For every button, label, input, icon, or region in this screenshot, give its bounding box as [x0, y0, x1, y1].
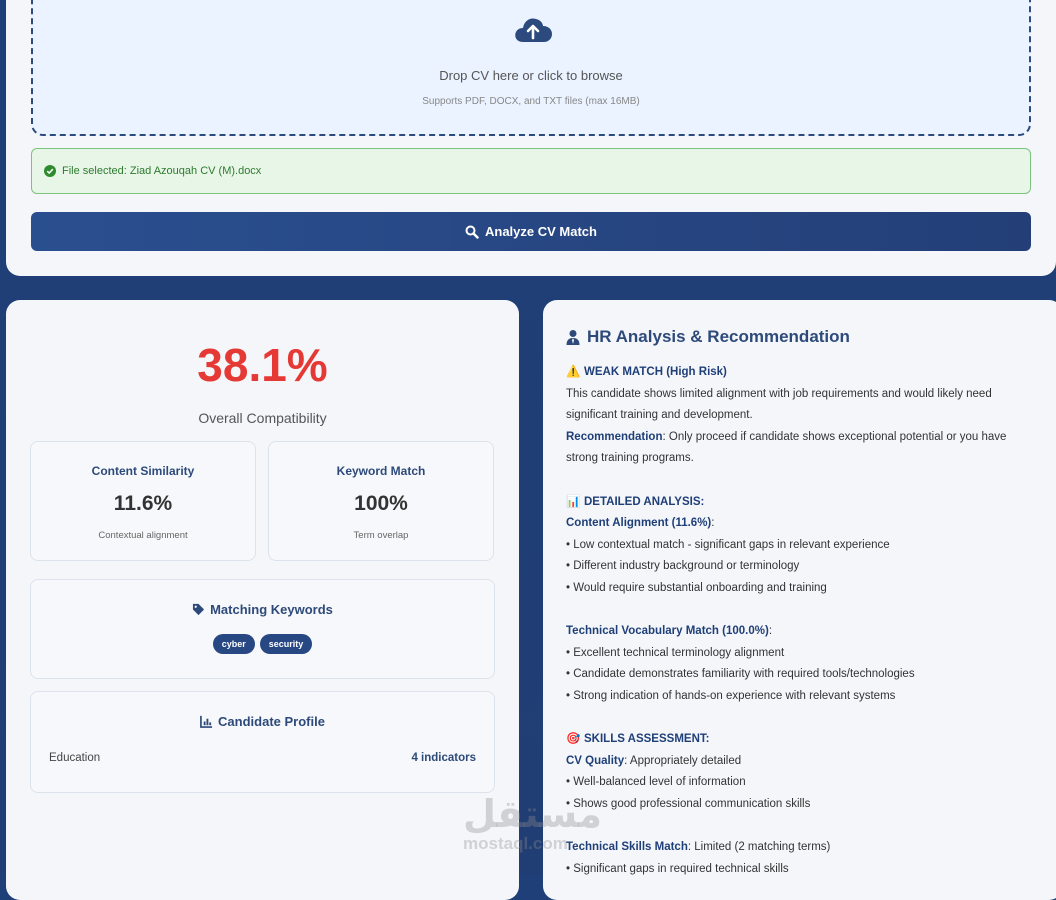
list-item: • Different industry background or termi… — [566, 560, 800, 573]
metric-title: Content Similarity — [91, 464, 195, 478]
watermark-latin: mostaql.com — [463, 834, 568, 853]
profile-key: Education — [49, 752, 101, 764]
skills-assessment-heading: 🎯 SKILLS ASSESSMENT: — [566, 729, 1036, 751]
search-icon — [465, 225, 479, 239]
list-item: • Significant gaps in required technical… — [566, 862, 789, 875]
list-item: • Candidate demonstrates familiarity wit… — [566, 668, 915, 681]
analyze-button[interactable]: Analyze CV Match — [31, 212, 1031, 251]
list-item: • Well-balanced level of information — [566, 776, 746, 789]
detailed-analysis-title: DETAILED ANALYSIS: — [584, 495, 705, 508]
weak-match-text: significant training and development. — [566, 409, 753, 422]
list-item: • Shows good professional communication … — [566, 797, 811, 810]
keyword-tag: cyber — [212, 634, 255, 654]
metric-subtitle: Contextual alignment — [98, 530, 188, 541]
tags-icon — [193, 603, 205, 616]
results-card: 38.1% Overall Compatibility Content Simi… — [6, 300, 519, 900]
keyword-tag: security — [259, 634, 313, 654]
hr-analysis-body: ⚠️ WEAK MATCH (High Risk) This candidate … — [566, 362, 1036, 880]
list-item: • Would require substantial onboarding a… — [566, 581, 827, 594]
tech-skills-line: Technical Skills Match: Limited (2 match… — [566, 837, 1036, 859]
dropzone-subtext: Supports PDF, DOCX, and TXT files (max 1… — [422, 96, 640, 107]
metric-content-similarity: Content Similarity 11.6% Contextual alig… — [30, 441, 256, 561]
hr-title-text: HR Analysis & Recommendation — [587, 327, 850, 346]
matching-keywords-label: Matching Keywords — [210, 602, 333, 617]
hr-analysis-card: HR Analysis & Recommendation ⚠️ WEAK MATC… — [543, 300, 1056, 900]
file-selected-banner: File selected: Ziad Azouqah CV (M).docx — [31, 148, 1031, 194]
profile-value: 4 indicators — [411, 752, 476, 764]
analyze-button-label: Analyze CV Match — [485, 224, 597, 239]
candidate-profile-box: Candidate Profile Education 4 indicators — [30, 691, 495, 793]
cv-quality-text: : Appropriately detailed — [624, 754, 742, 767]
user-tie-icon — [566, 330, 580, 345]
file-selected-text: File selected: Ziad Azouqah CV (M).docx — [62, 165, 262, 177]
recommendation-label: Recommendation — [566, 430, 663, 443]
keyword-tags: cyber security — [31, 634, 494, 654]
upload-card: Drop CV here or click to browse Supports… — [6, 0, 1056, 276]
colon: : — [768, 625, 773, 638]
warning-icon: ⚠️ — [566, 366, 581, 378]
metric-value: 100% — [354, 492, 408, 515]
list-item: • Excellent technical terminology alignm… — [566, 646, 785, 659]
watermark-arabic: مستقل — [463, 794, 602, 836]
metric-keyword-match: Keyword Match 100% Term overlap — [268, 441, 494, 561]
tech-vocab-label: Technical Vocabulary Match (100.0%) — [566, 625, 769, 638]
recommendation-text: strong training programs. — [566, 452, 694, 465]
target-icon: 🎯 — [566, 733, 581, 746]
chart-icon: 📊 — [566, 495, 581, 508]
cloud-upload-icon — [515, 18, 552, 42]
skills-assessment-title: SKILLS ASSESSMENT: — [584, 733, 710, 746]
hr-title: HR Analysis & Recommendation — [565, 327, 850, 347]
list-item: • Strong indication of hands-on experien… — [566, 689, 896, 702]
tech-vocab-line: Technical Vocabulary Match (100.0%): — [566, 621, 1036, 643]
weak-match-title: WEAK MATCH (High Risk) — [584, 366, 727, 378]
metric-title: Keyword Match — [336, 464, 426, 478]
candidate-profile-title: Candidate Profile — [31, 714, 494, 729]
tech-skills-text: : Limited (2 matching terms) — [687, 841, 831, 854]
detailed-analysis-heading: 📊 DETAILED ANALYSIS: — [566, 492, 1036, 514]
check-circle-icon — [44, 165, 56, 177]
bar-chart-icon — [200, 715, 213, 728]
list-item: • Low contextual match - significant gap… — [566, 538, 890, 551]
recommendation-line: Recommendation: Only proceed if candidat… — [566, 427, 1036, 449]
weak-match-heading: ⚠️ WEAK MATCH (High Risk) — [566, 362, 1036, 384]
content-alignment-line: Content Alignment (11.6%): — [566, 513, 1036, 535]
recommendation-text: : Only proceed if candidate shows except… — [662, 430, 1007, 443]
content-alignment-label: Content Alignment (11.6%) — [566, 517, 712, 530]
metric-subtitle: Term overlap — [353, 530, 409, 541]
cv-quality-label: CV Quality — [566, 754, 625, 767]
colon: : — [711, 517, 715, 530]
matching-keywords-title: Matching Keywords — [31, 602, 494, 617]
profile-row: Education 4 indicators — [49, 752, 476, 764]
cv-quality-line: CV Quality: Appropriately detailed — [566, 751, 1036, 773]
overall-score-label: Overall Compatibility — [198, 410, 327, 426]
matching-keywords-box: Matching Keywords cyber security — [30, 579, 495, 679]
cv-dropzone[interactable]: Drop CV here or click to browse Supports… — [31, 0, 1031, 136]
overall-score: 38.1% — [197, 339, 328, 391]
watermark-logo: مستقل mostaql.com — [463, 795, 602, 853]
metric-value: 11.6% — [113, 492, 173, 515]
dropzone-text: Drop CV here or click to browse — [439, 68, 623, 83]
weak-match-text: This candidate shows limited alignment w… — [566, 387, 992, 400]
candidate-profile-label: Candidate Profile — [218, 714, 325, 729]
